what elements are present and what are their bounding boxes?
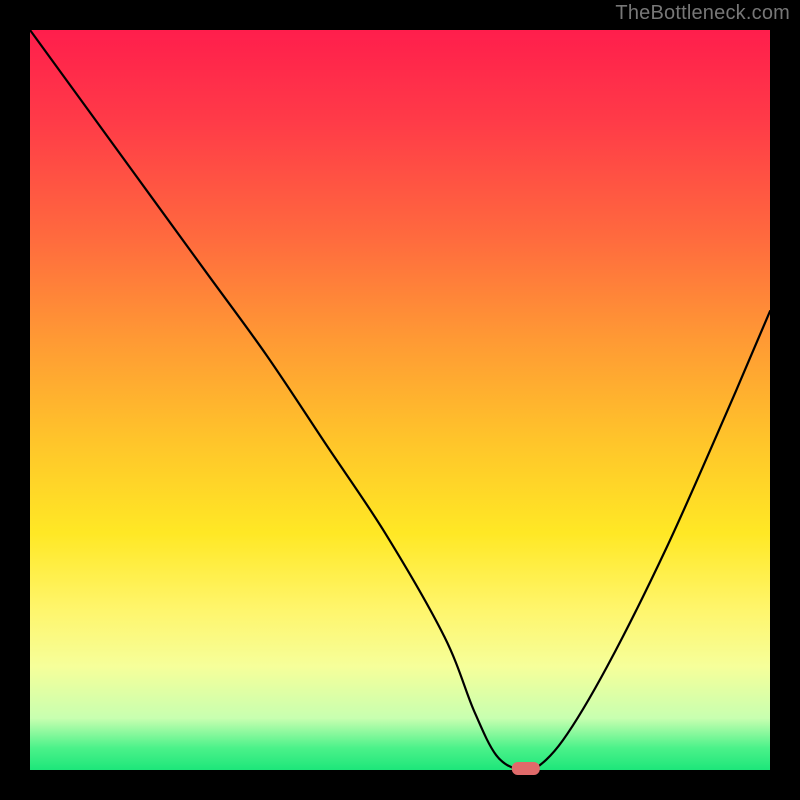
curve-svg bbox=[30, 30, 770, 770]
watermark-label: TheBottleneck.com bbox=[615, 2, 790, 25]
minimum-marker bbox=[512, 762, 540, 775]
bottleneck-curve-path bbox=[30, 30, 770, 773]
plot-area bbox=[30, 30, 770, 770]
chart-frame: TheBottleneck.com bbox=[0, 0, 800, 800]
